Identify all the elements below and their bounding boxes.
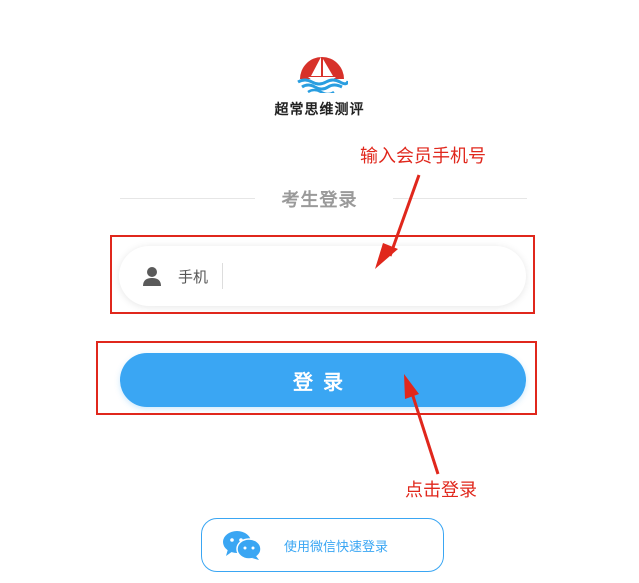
brand-name: 超常思维测评 xyxy=(274,102,365,118)
annotation-login-hint: 点击登录 xyxy=(405,480,477,501)
annotation-phone-hint: 输入会员手机号 xyxy=(360,146,486,167)
wechat-login-button[interactable]: 使用微信快速登录 xyxy=(201,518,444,572)
wechat-login-label: 使用微信快速登录 xyxy=(284,539,389,555)
highlight-box-phone xyxy=(110,235,535,314)
wechat-icon xyxy=(223,531,262,560)
highlight-box-login xyxy=(96,341,537,415)
section-title: 考生登录 xyxy=(281,190,358,211)
boat-logo-icon xyxy=(297,57,348,93)
login-page: 超常思维测评 输入会员手机号 点击登录 考生登录 手机 登录 使用微信快速登录 xyxy=(0,0,639,583)
